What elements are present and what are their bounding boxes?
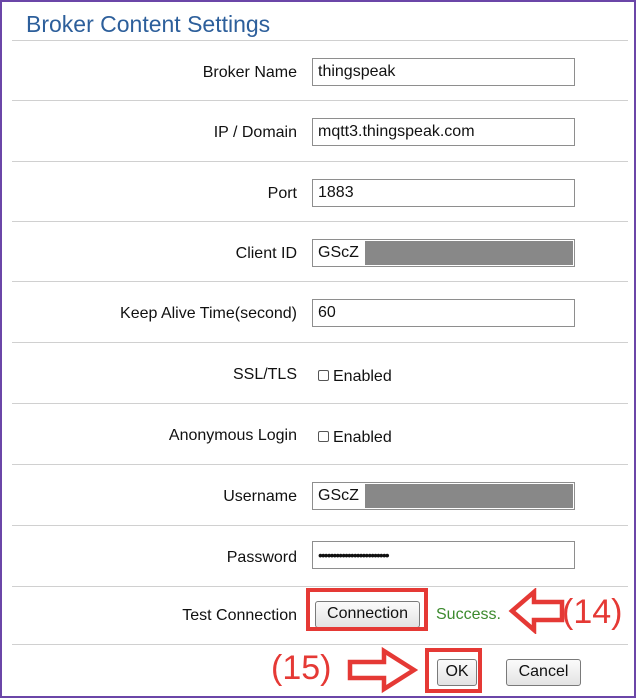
port-label: Port bbox=[267, 185, 297, 202]
anonymous-login-label: Anonymous Login bbox=[168, 427, 297, 444]
row-broker-name: Broker Name thingspeak bbox=[12, 40, 628, 101]
broker-name-input[interactable]: thingspeak bbox=[312, 58, 575, 86]
keep-alive-label: Keep Alive Time(second) bbox=[120, 305, 297, 322]
row-keep-alive: Keep Alive Time(second) 60 bbox=[12, 281, 628, 343]
annotation-step-15: (15) bbox=[271, 649, 332, 687]
broker-name-label: Broker Name bbox=[202, 64, 297, 81]
redaction-block bbox=[365, 241, 573, 265]
row-port: Port 1883 bbox=[12, 161, 628, 222]
test-connection-label: Test Connection bbox=[182, 607, 297, 624]
row-username: Username GScZ bbox=[12, 464, 628, 526]
username-input[interactable]: GScZ bbox=[312, 482, 575, 510]
client-id-input[interactable]: GScZ bbox=[312, 239, 575, 267]
ssl-tls-label: SSL/TLS bbox=[232, 366, 297, 383]
anonymous-login-checkbox[interactable]: Enabled bbox=[318, 428, 392, 448]
cancel-button[interactable]: Cancel bbox=[506, 659, 581, 686]
row-anonymous-login: Anonymous Login Enabled bbox=[12, 403, 628, 465]
row-ip-domain: IP / Domain mqtt3.thingspeak.com bbox=[12, 100, 628, 162]
arrow-left-icon bbox=[508, 588, 565, 634]
checkbox-icon[interactable] bbox=[318, 431, 329, 443]
highlight-box-connection bbox=[306, 588, 428, 631]
connection-status: Success. bbox=[436, 606, 501, 623]
ip-domain-label: IP / Domain bbox=[213, 124, 297, 141]
client-id-label: Client ID bbox=[235, 245, 297, 262]
password-input[interactable]: •••••••••••••••••••••••• bbox=[312, 541, 575, 569]
arrow-right-icon bbox=[347, 646, 418, 694]
checkbox-icon[interactable] bbox=[318, 370, 329, 382]
keep-alive-input[interactable]: 60 bbox=[312, 299, 575, 327]
page-title: Broker Content Settings bbox=[26, 11, 271, 37]
ssl-tls-option: Enabled bbox=[333, 368, 392, 385]
redaction-block bbox=[365, 484, 573, 508]
anonymous-login-option: Enabled bbox=[333, 429, 392, 446]
annotation-step-14: (14) bbox=[562, 593, 623, 631]
username-label: Username bbox=[223, 488, 297, 505]
row-client-id: Client ID GScZ bbox=[12, 221, 628, 282]
username-value: GScZ bbox=[318, 487, 359, 504]
row-password: Password •••••••••••••••••••••••• bbox=[12, 525, 628, 587]
port-input[interactable]: 1883 bbox=[312, 179, 575, 207]
highlight-box-ok bbox=[425, 648, 482, 693]
client-id-value: GScZ bbox=[318, 244, 359, 261]
row-ssl-tls: SSL/TLS Enabled bbox=[12, 342, 628, 404]
password-label: Password bbox=[226, 549, 297, 566]
ip-domain-input[interactable]: mqtt3.thingspeak.com bbox=[312, 118, 575, 146]
ssl-tls-checkbox[interactable]: Enabled bbox=[318, 367, 392, 387]
